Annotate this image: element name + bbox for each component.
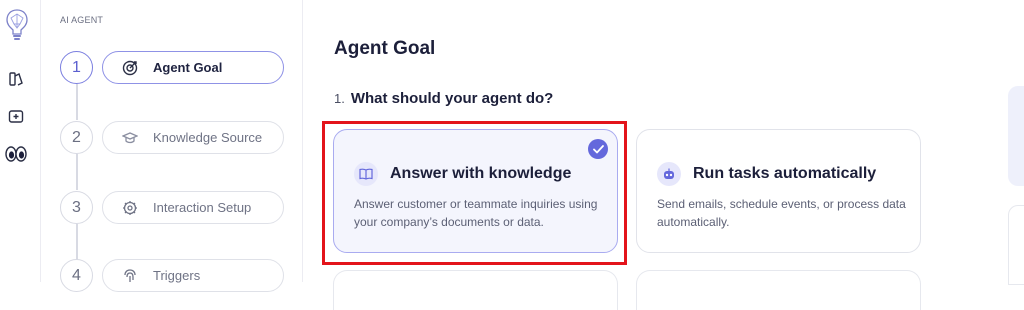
step-connector (76, 224, 78, 260)
gear-icon (121, 199, 139, 217)
step-number-1[interactable]: 1 (60, 51, 93, 84)
target-icon (121, 59, 139, 77)
step-agent-goal[interactable]: Agent Goal (102, 51, 284, 84)
icon-rail (0, 0, 41, 282)
step-label: Triggers (153, 268, 201, 283)
step-number-4[interactable]: 4 (60, 259, 93, 292)
step-number-3[interactable]: 3 (60, 191, 93, 224)
option-title: Run tasks automatically (693, 165, 877, 182)
step-label: Knowledge Source (153, 130, 263, 145)
question-number: 1. (334, 91, 345, 106)
option-description: Send emails, schedule events, or process… (657, 197, 906, 229)
graduation-cap-icon (121, 129, 139, 147)
option-card-partial[interactable] (333, 270, 618, 310)
side-panel-partial (1008, 205, 1024, 285)
eyes-icon[interactable] (4, 142, 28, 166)
section-label: AI AGENT (60, 15, 104, 25)
page-title: Agent Goal (334, 38, 436, 59)
side-panel-partial (1008, 86, 1024, 186)
step-triggers[interactable]: Triggers (102, 259, 284, 292)
step-knowledge-source[interactable]: Knowledge Source (102, 121, 284, 154)
option-card-partial[interactable] (636, 270, 921, 310)
main-content: Agent Goal 1. What should your agent do? … (304, 0, 1024, 310)
step-label: Agent Goal (153, 60, 223, 75)
add-folder-icon[interactable] (4, 104, 28, 128)
step-number-2[interactable]: 2 (60, 121, 93, 154)
step-connector (76, 84, 78, 120)
step-connector (76, 154, 78, 190)
steps-sidebar: AI AGENT 1 Agent Goal 2 Knowledge Source… (41, 0, 303, 292)
question-heading: 1. What should your agent do? (334, 90, 553, 107)
step-interaction-setup[interactable]: Interaction Setup (102, 191, 284, 224)
selection-highlight-box (322, 121, 627, 265)
question-text: What should your agent do? (350, 90, 554, 107)
brain-logo-icon[interactable] (4, 8, 30, 44)
robot-icon (657, 162, 681, 186)
books-icon[interactable] (4, 67, 28, 91)
step-label: Interaction Setup (153, 200, 252, 215)
option-card-run-tasks-automatically[interactable]: Run tasks automatically Send emails, sch… (636, 129, 921, 253)
